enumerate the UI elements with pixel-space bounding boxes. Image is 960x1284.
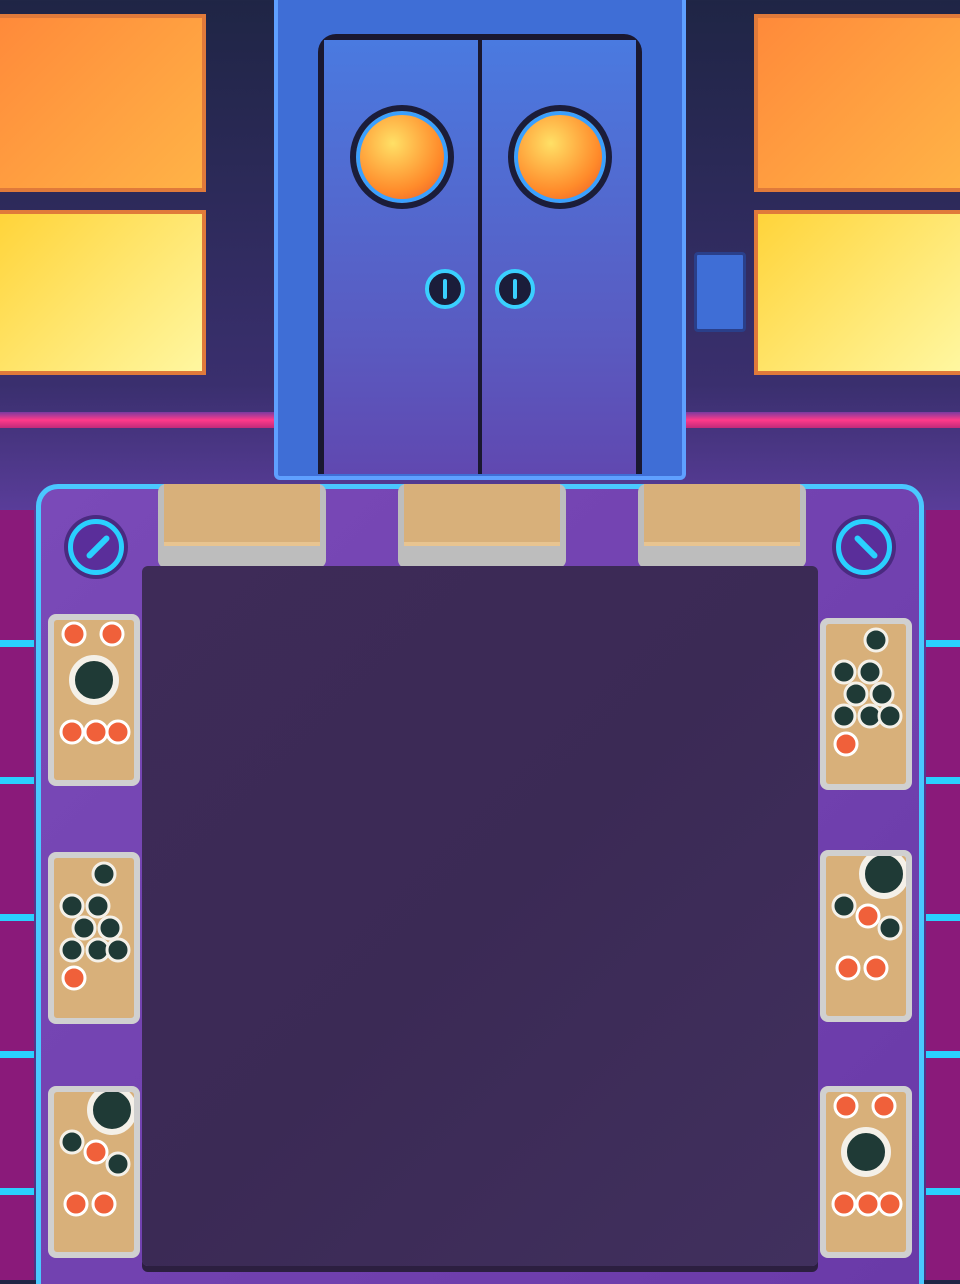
sushi-plate-nigiri-assortment[interactable] [48, 1086, 140, 1258]
serving-plate-2[interactable] [398, 484, 566, 568]
sushi-piece [69, 655, 119, 705]
sushi-piece [91, 861, 117, 887]
sushi-piece [855, 903, 881, 929]
sushi-piece [843, 681, 869, 707]
sushi-piece [831, 893, 857, 919]
sushi-piece [841, 1127, 891, 1177]
sushi-piece [97, 915, 123, 941]
sushi-plate-maki-roll-stack[interactable] [820, 618, 912, 790]
sushi-piece [59, 1129, 85, 1155]
sushi-icon [831, 627, 903, 757]
sushi-piece [831, 659, 857, 685]
sushi-plate-mixed-platter[interactable] [820, 1086, 912, 1258]
sushi-piece [105, 1151, 131, 1177]
sushi-piece [83, 719, 109, 745]
sushi-piece [877, 915, 903, 941]
sushi-icon [59, 861, 131, 991]
wooden-board [164, 484, 320, 546]
wall-tiles-right [926, 510, 960, 1280]
window-left-bottom [0, 210, 206, 375]
kitchen-doors[interactable] [318, 34, 642, 474]
wooden-board [54, 1092, 134, 1252]
wooden-board [826, 1092, 906, 1252]
sushi-piece [71, 915, 97, 941]
trash-button-left[interactable] [68, 519, 124, 575]
wooden-board [54, 858, 134, 1018]
sushi-piece [835, 955, 861, 981]
door-handle-right [495, 269, 535, 309]
serving-plate-1[interactable] [158, 484, 326, 568]
sushi-piece [831, 1191, 857, 1217]
door-handle-left [425, 269, 465, 309]
sushi-piece [91, 1191, 117, 1217]
wooden-board [404, 484, 560, 546]
sushi-piece [59, 893, 85, 919]
window-right-bottom [754, 210, 960, 375]
sushi-piece [871, 1093, 897, 1119]
sushi-piece [63, 1191, 89, 1217]
sushi-piece [59, 937, 85, 963]
window-right-top [754, 14, 960, 192]
wooden-board [54, 620, 134, 780]
sushi-icon [59, 1092, 134, 1217]
sushi-piece [833, 731, 859, 757]
sushi-piece [85, 893, 111, 919]
window-left-top [0, 14, 206, 192]
wooden-board [826, 856, 906, 1016]
sushi-piece [857, 659, 883, 685]
sushi-piece [61, 965, 87, 991]
sushi-icon [831, 856, 906, 981]
sushi-plate-maki-roll-stack[interactable] [48, 852, 140, 1024]
porthole-window-left [350, 105, 454, 209]
sushi-piece [863, 627, 889, 653]
sushi-piece [99, 621, 125, 647]
sushi-piece [855, 1191, 881, 1217]
sushi-piece [831, 703, 857, 729]
sushi-piece [105, 719, 131, 745]
sushi-piece [83, 1139, 109, 1165]
sushi-piece [869, 681, 895, 707]
sushi-plate-nigiri-assortment[interactable] [820, 850, 912, 1022]
sushi-piece [877, 1191, 903, 1217]
wall-tiles-left [0, 510, 34, 1280]
sushi-icon [831, 1093, 903, 1217]
sushi-piece [61, 621, 87, 647]
wooden-board [644, 484, 800, 546]
sushi-piece [59, 719, 85, 745]
porthole-window-right [508, 105, 612, 209]
sushi-piece [859, 856, 906, 899]
sushi-icon [59, 621, 131, 745]
serving-plate-3[interactable] [638, 484, 806, 568]
sushi-piece [877, 703, 903, 729]
sushi-piece [833, 1093, 859, 1119]
sushi-piece [105, 937, 131, 963]
sushi-plate-mixed-platter[interactable] [48, 614, 140, 786]
sushi-piece [863, 955, 889, 981]
wooden-board [826, 624, 906, 784]
prep-board[interactable] [142, 566, 818, 1266]
sushi-piece [87, 1092, 134, 1135]
trash-button-right[interactable] [836, 519, 892, 575]
keypad-panel-icon [694, 252, 746, 332]
